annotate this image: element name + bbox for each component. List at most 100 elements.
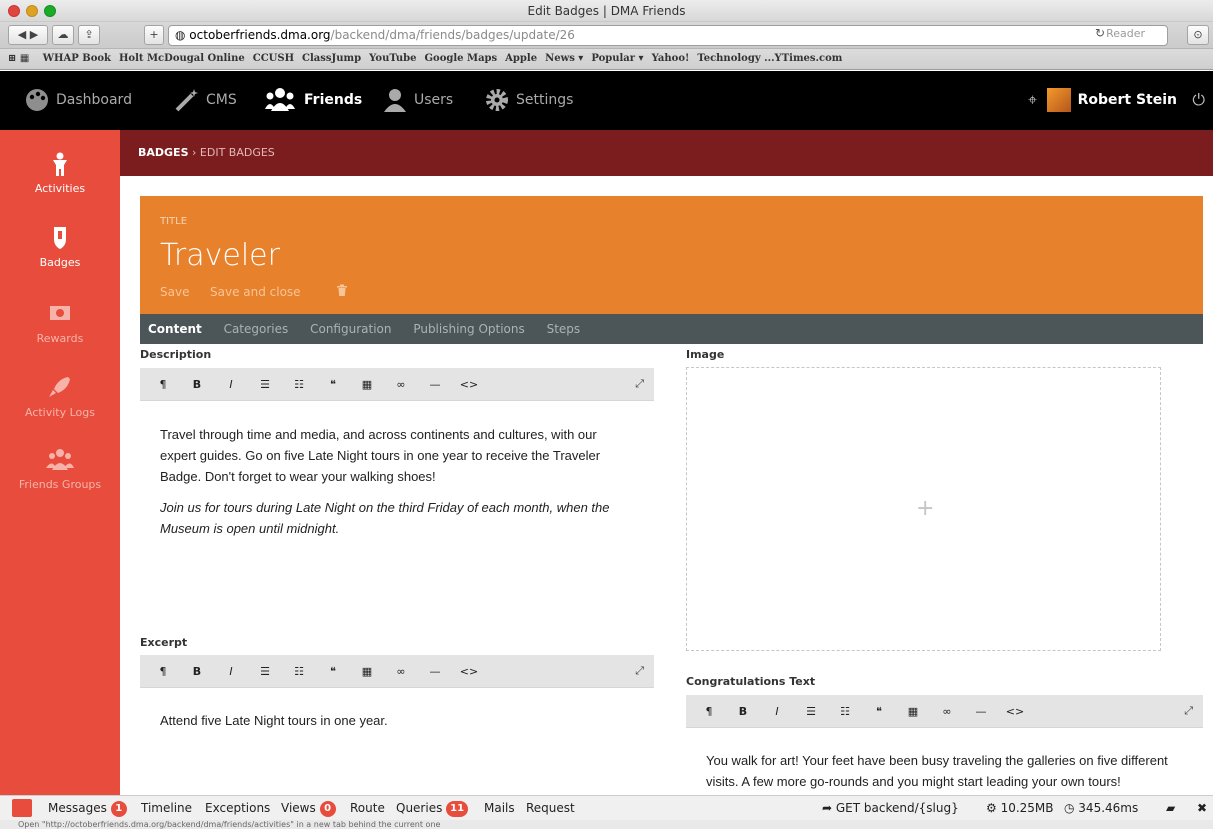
nav-friends[interactable]: Friends (262, 71, 362, 130)
reading-list-icon[interactable]: ⊞ ▦ (8, 53, 29, 64)
october-logo-icon[interactable] (12, 799, 32, 817)
code-icon[interactable]: <> (458, 655, 480, 688)
avatar[interactable] (1047, 88, 1071, 112)
user-name[interactable]: Robert Stein (1078, 71, 1177, 130)
sidebar-item-rewards[interactable]: Rewards (0, 302, 120, 345)
bookmark-item[interactable]: ClassJump (302, 49, 361, 69)
bookmark-item[interactable]: Holt McDougal Online (119, 49, 245, 69)
description-body[interactable]: Travel through time and media, and acros… (160, 424, 634, 549)
nav-dashboard[interactable]: Dashboard (24, 71, 132, 130)
sidebar-item-activity-logs[interactable]: Activity Logs (0, 376, 120, 419)
bookmark-item[interactable]: Yahoo! (652, 49, 690, 69)
congratulations-editor[interactable]: ¶ B I ☰ ☷ ❝ ▦ ∞ — <> ⤢ You walk for art! Your feet… (686, 695, 1203, 795)
fullscreen-icon[interactable]: ⤢ (1184, 704, 1193, 718)
code-icon[interactable]: <> (458, 368, 480, 401)
tab-content[interactable]: Content (148, 314, 202, 344)
fullscreen-icon[interactable]: ⤢ (635, 664, 644, 678)
code-icon[interactable]: <> (1004, 695, 1026, 728)
horizontal-rule-icon[interactable]: — (424, 368, 446, 401)
bookmark-item[interactable]: CCUSH (253, 49, 294, 69)
ordered-list-icon[interactable]: ☷ (834, 695, 856, 728)
trash-icon[interactable] (336, 284, 348, 296)
bold-icon[interactable]: B (186, 655, 208, 688)
breadcrumb-badges[interactable]: BADGES (138, 146, 189, 159)
debug-tab-messages[interactable]: Messages 1 (48, 796, 127, 820)
bookmark-item[interactable]: WHAP Book (43, 49, 111, 69)
bold-icon[interactable]: B (732, 695, 754, 728)
close-icon[interactable]: ✖ (1197, 796, 1207, 820)
italic-icon[interactable]: I (220, 368, 242, 401)
zoom-window-button[interactable] (44, 5, 56, 17)
power-icon[interactable]: ⏻ (1192, 90, 1205, 110)
unordered-list-icon[interactable]: ☰ (254, 655, 276, 688)
save-button[interactable]: Save (160, 285, 189, 299)
sidebar-item-friends-groups[interactable]: Friends Groups (0, 448, 120, 491)
sidebar-item-activities[interactable]: Activities (0, 152, 120, 195)
bold-icon[interactable]: B (186, 368, 208, 401)
tab-publishing-options[interactable]: Publishing Options (413, 314, 524, 344)
tab-configuration[interactable]: Configuration (310, 314, 391, 344)
table-icon[interactable]: ▦ (902, 695, 924, 728)
description-paragraph-italic: Join us for tours during Late Night on t… (160, 500, 610, 536)
unordered-list-icon[interactable]: ☰ (254, 368, 276, 401)
quote-icon[interactable]: ❝ (868, 695, 890, 728)
debug-tab-mails[interactable]: Mails (484, 796, 515, 820)
image-upload-area[interactable]: + (686, 367, 1161, 651)
fullscreen-icon[interactable]: ⤢ (635, 377, 644, 391)
link-icon[interactable]: ∞ (936, 695, 958, 728)
debug-tab-queries[interactable]: Queries 11 (396, 796, 469, 820)
bookmark-item[interactable]: Google Maps (424, 49, 497, 69)
description-editor[interactable]: ¶ B I ☰ ☷ ❝ ▦ ∞ — <> ⤢ Travel through time and med… (140, 368, 654, 610)
share-button[interactable]: ⇪ (78, 25, 100, 45)
unordered-list-icon[interactable]: ☰ (800, 695, 822, 728)
folder-icon[interactable]: ▰ (1166, 796, 1175, 820)
debug-tab-timeline[interactable]: Timeline (141, 796, 192, 820)
italic-icon[interactable]: I (220, 655, 242, 688)
minimize-window-button[interactable] (26, 5, 38, 17)
close-window-button[interactable] (8, 5, 20, 17)
tab-steps[interactable]: Steps (547, 314, 581, 344)
link-icon[interactable]: ∞ (390, 368, 412, 401)
link-icon[interactable]: ∞ (390, 655, 412, 688)
ordered-list-icon[interactable]: ☷ (288, 368, 310, 401)
reload-icon[interactable]: ↻ (1095, 26, 1105, 40)
quote-icon[interactable]: ❝ (322, 655, 344, 688)
address-bar[interactable]: ◍ octoberfriends.dma.org/backend/dma/fri… (168, 25, 1168, 46)
downloads-button[interactable]: ⊙ (1187, 25, 1209, 45)
bookmark-item[interactable]: Popular ▾ (591, 49, 643, 69)
nav-settings[interactable]: Settings (484, 71, 573, 130)
nav-users[interactable]: Users (382, 71, 453, 130)
title-input[interactable]: Traveler (160, 238, 280, 273)
tab-categories[interactable]: Categories (224, 314, 289, 344)
bookmark-item[interactable]: News ▾ (545, 49, 583, 69)
excerpt-editor[interactable]: ¶ B I ☰ ☷ ❝ ▦ ∞ — <> ⤢ Attend five Late Night tour… (140, 655, 654, 795)
horizontal-rule-icon[interactable]: — (424, 655, 446, 688)
debug-tab-request[interactable]: Request (526, 796, 575, 820)
quote-icon[interactable]: ❝ (322, 368, 344, 401)
italic-icon[interactable]: I (766, 695, 788, 728)
debug-tab-exceptions[interactable]: Exceptions (205, 796, 270, 820)
sidebar-item-badges[interactable]: Badges (0, 226, 120, 269)
ordered-list-icon[interactable]: ☷ (288, 655, 310, 688)
crosshair-icon[interactable]: ⌖ (1028, 90, 1037, 110)
bookmark-item[interactable]: YouTube (369, 49, 416, 69)
paragraph-format-icon[interactable]: ¶ (698, 695, 720, 728)
paragraph-format-icon[interactable]: ¶ (152, 368, 174, 401)
reader-button[interactable]: Reader (1106, 27, 1145, 40)
debug-tab-route[interactable]: Route (350, 796, 385, 820)
table-icon[interactable]: ▦ (356, 368, 378, 401)
paragraph-format-icon[interactable]: ¶ (152, 655, 174, 688)
new-tab-button[interactable]: + (144, 25, 164, 45)
save-and-close-button[interactable]: Save and close (210, 285, 301, 299)
bookmark-item[interactable]: Technology ...YTimes.com (697, 49, 842, 69)
bookmark-item[interactable]: Apple (505, 49, 537, 69)
debug-tab-views[interactable]: Views 0 (281, 796, 336, 820)
horizontal-rule-icon[interactable]: — (970, 695, 992, 728)
nav-cms[interactable]: CMS (174, 71, 237, 130)
back-forward-buttons[interactable]: ◀ ▶ (8, 25, 48, 45)
icloud-tabs-button[interactable]: ☁ (52, 25, 74, 45)
person-icon (53, 152, 67, 176)
nav-cms-label: CMS (206, 92, 237, 108)
excerpt-body[interactable]: Attend five Late Night tours in one year… (160, 710, 634, 741)
table-icon[interactable]: ▦ (356, 655, 378, 688)
